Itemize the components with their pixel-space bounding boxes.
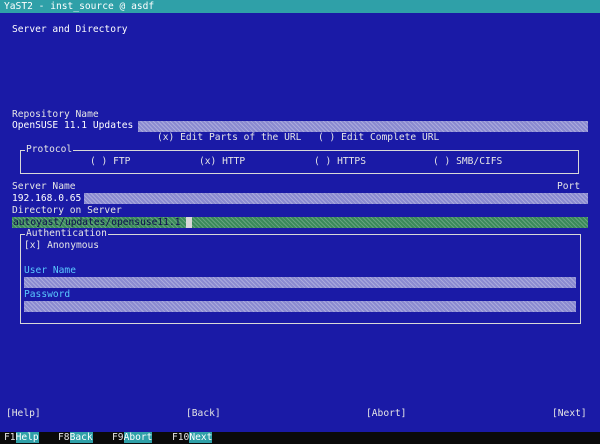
fkey-next[interactable]: F10Next — [172, 432, 213, 444]
fkey-label: Next — [189, 432, 213, 443]
fkey-key: F9 — [112, 432, 124, 443]
server-name-input[interactable] — [84, 193, 588, 204]
fkey-key: F1 — [4, 432, 16, 443]
directory-value: autoyast/updates/opensuse11.1 — [13, 217, 181, 228]
directory-label: Directory on Server — [12, 205, 122, 216]
radio-edit-complete[interactable]: ( ) Edit Complete URL — [318, 132, 439, 144]
port-label: Port — [557, 181, 581, 192]
back-button[interactable]: [Back] — [186, 408, 221, 420]
title-bar: YaST2 - inst_source @ asdf — [0, 0, 600, 13]
directory-input[interactable]: autoyast/updates/opensuse11.1 — [12, 217, 588, 228]
password-label: Password — [24, 289, 71, 300]
function-key-bar: F1Help F8Back F9Abort F10Next — [0, 432, 600, 444]
server-name-label: Server Name — [12, 181, 76, 192]
radio-http[interactable]: (x) HTTP — [199, 156, 245, 168]
help-button[interactable]: [Help] — [6, 408, 41, 420]
radio-ftp[interactable]: ( ) FTP — [90, 156, 130, 168]
radio-edit-parts[interactable]: (x) Edit Parts of the URL — [157, 132, 301, 144]
protocol-legend: Protocol — [25, 144, 74, 156]
fkey-back[interactable]: F8Back — [58, 432, 93, 444]
username-label: User Name — [24, 265, 76, 276]
fkey-key: F8 — [58, 432, 70, 443]
page-title: Server and Directory — [12, 24, 128, 35]
fkey-key: F10 — [172, 432, 190, 443]
radio-https[interactable]: ( ) HTTPS — [314, 156, 366, 168]
fkey-label: Abort — [123, 432, 153, 443]
abort-button[interactable]: [Abort] — [366, 408, 406, 420]
repo-name-value: OpenSUSE 11.1 Updates — [12, 120, 134, 131]
server-name-value: 192.168.0.65 — [12, 193, 82, 204]
radio-smb-cifs[interactable]: ( ) SMB/CIFS — [433, 156, 502, 168]
fkey-label: Help — [15, 432, 39, 443]
next-button[interactable]: [Next] — [552, 408, 587, 420]
username-input[interactable] — [24, 277, 576, 288]
anonymous-checkbox[interactable]: [x] Anonymous — [24, 240, 99, 252]
text-cursor — [186, 217, 192, 228]
password-input[interactable] — [24, 301, 576, 312]
fkey-label: Back — [69, 432, 93, 443]
fkey-help[interactable]: F1Help — [4, 432, 39, 444]
repo-name-input[interactable] — [138, 121, 588, 132]
authentication-legend: Authentication — [25, 228, 108, 240]
window-title: YaST2 - inst_source @ asdf — [4, 1, 155, 12]
fkey-abort[interactable]: F9Abort — [112, 432, 153, 444]
